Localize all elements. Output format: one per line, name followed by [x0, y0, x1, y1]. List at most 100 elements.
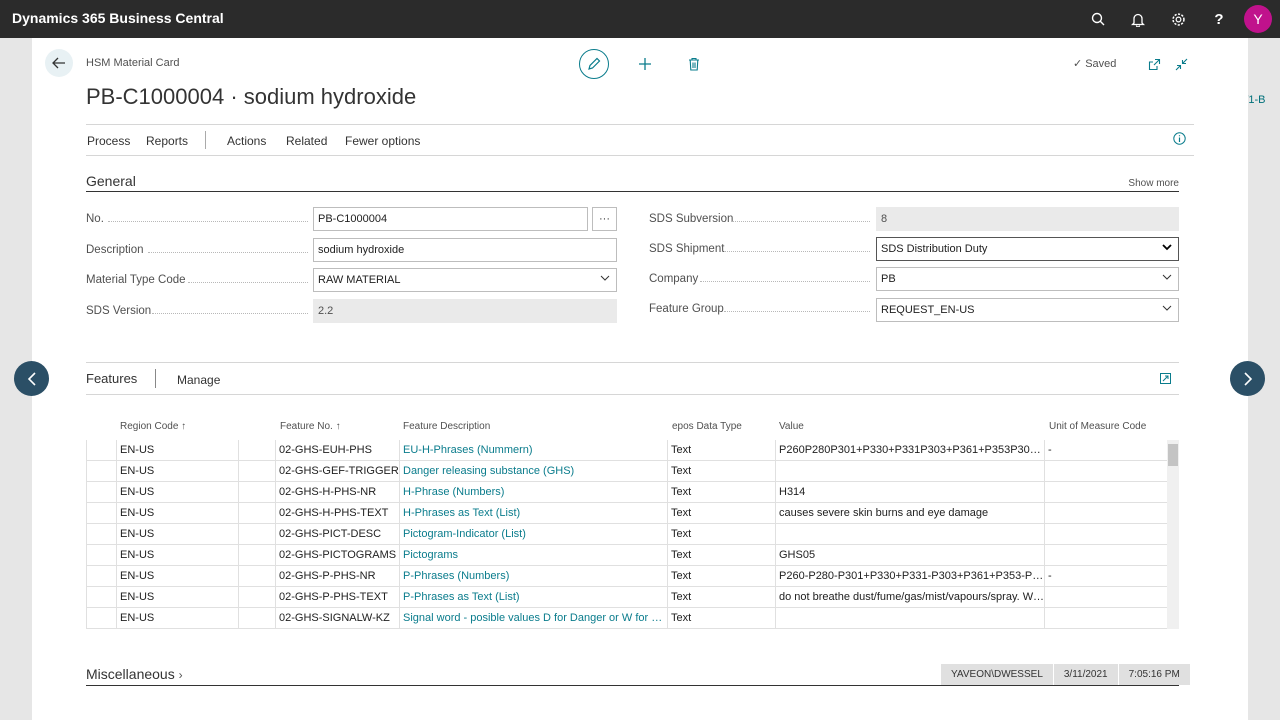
cell-data-type[interactable]: Text: [667, 608, 775, 629]
menu-actions[interactable]: Actions: [227, 134, 266, 148]
help-icon[interactable]: ?: [1209, 9, 1229, 29]
column-header-region[interactable]: Region Code ↑: [120, 421, 186, 432]
table-row[interactable]: EN-US 02-GHS-EUH-PHS EU-H-Phrases (Nummern…: [86, 440, 1167, 461]
cell-value[interactable]: GHS05: [775, 545, 1044, 566]
cell-uom[interactable]: [1044, 503, 1167, 524]
cell-region[interactable]: EN-US: [116, 566, 238, 587]
cell-value[interactable]: P260-P280-P301+P330+P331-P303+P361+P353-…: [775, 566, 1044, 587]
cell-value[interactable]: [775, 608, 1044, 629]
cell-uom[interactable]: [1044, 482, 1167, 503]
cell-region[interactable]: EN-US: [116, 482, 238, 503]
table-row[interactable]: EN-US 02-GHS-SIGNALW-KZ Signal word - posi…: [86, 608, 1167, 629]
feature-group-select[interactable]: REQUEST_EN-US: [876, 298, 1179, 322]
cell-value[interactable]: [775, 524, 1044, 545]
cell-feature-no[interactable]: 02-GHS-P-PHS-NR: [275, 566, 399, 587]
material-type-select[interactable]: RAW MATERIAL: [313, 268, 617, 292]
cell-feature-no[interactable]: 02-GHS-EUH-PHS: [275, 440, 399, 461]
table-row[interactable]: EN-US 02-GHS-GEF-TRIGGER Danger releasing …: [86, 461, 1167, 482]
lookup-button[interactable]: ···: [592, 207, 617, 231]
table-row[interactable]: EN-US 02-GHS-H-PHS-TEXT H-Phrases as Text …: [86, 503, 1167, 524]
cell-data-type[interactable]: Text: [667, 587, 775, 608]
gear-icon[interactable]: [1168, 9, 1188, 29]
column-header-value[interactable]: Value: [779, 421, 804, 432]
new-button[interactable]: [630, 49, 660, 79]
cell-description[interactable]: Pictogram-Indicator (List): [399, 524, 667, 545]
manage-menu[interactable]: Manage: [177, 373, 220, 387]
collapse-icon[interactable]: [1172, 55, 1190, 73]
cell-description[interactable]: Pictograms: [399, 545, 667, 566]
menu-reports[interactable]: Reports: [146, 134, 188, 148]
column-header-description[interactable]: Feature Description: [403, 421, 490, 432]
cell-region[interactable]: EN-US: [116, 545, 238, 566]
cell-uom[interactable]: -: [1044, 566, 1167, 587]
table-row[interactable]: EN-US 02-GHS-P-PHS-NR P-Phrases (Numbers) T…: [86, 566, 1167, 587]
cell-description[interactable]: H-Phrase (Numbers): [399, 482, 667, 503]
menu-process[interactable]: Process: [87, 134, 130, 148]
search-icon[interactable]: [1088, 9, 1108, 29]
bell-icon[interactable]: [1128, 9, 1148, 29]
table-row[interactable]: EN-US 02-GHS-PICTOGRAMS Pictograms Text GHS0…: [86, 545, 1167, 566]
open-new-window-icon[interactable]: [1145, 55, 1163, 73]
cell-data-type[interactable]: Text: [667, 503, 775, 524]
avatar[interactable]: Y: [1244, 5, 1272, 33]
cell-data-type[interactable]: Text: [667, 440, 775, 461]
cell-region[interactable]: EN-US: [116, 524, 238, 545]
cell-uom[interactable]: [1044, 587, 1167, 608]
cell-description[interactable]: H-Phrases as Text (List): [399, 503, 667, 524]
cell-value[interactable]: causes severe skin burns and eye damage: [775, 503, 1044, 524]
cell-feature-no[interactable]: 02-GHS-GEF-TRIGGER: [275, 461, 399, 482]
column-header-uom[interactable]: Unit of Measure Code: [1049, 421, 1146, 432]
cell-uom[interactable]: [1044, 461, 1167, 482]
misc-title[interactable]: Miscellaneous ›: [86, 666, 183, 682]
edit-button[interactable]: [579, 49, 609, 79]
cell-description[interactable]: Danger releasing substance (GHS): [399, 461, 667, 482]
menu-fewer-options[interactable]: Fewer options: [345, 134, 420, 148]
column-header-data-type[interactable]: epos Data Type: [672, 421, 742, 432]
delete-button[interactable]: [679, 49, 709, 79]
cell-value[interactable]: [775, 461, 1044, 482]
cell-data-type[interactable]: Text: [667, 461, 775, 482]
grid-scrollbar[interactable]: [1167, 440, 1179, 629]
cell-region[interactable]: EN-US: [116, 608, 238, 629]
cell-description[interactable]: P-Phrases as Text (List): [399, 587, 667, 608]
general-title[interactable]: General: [86, 173, 136, 189]
cell-uom[interactable]: [1044, 545, 1167, 566]
cell-region[interactable]: EN-US: [116, 503, 238, 524]
cell-value[interactable]: H314: [775, 482, 1044, 503]
cell-value[interactable]: do not breathe dust/fume/gas/mist/vapour…: [775, 587, 1044, 608]
cell-description[interactable]: EU-H-Phrases (Nummern): [399, 440, 667, 461]
menu-related[interactable]: Related: [286, 134, 327, 148]
table-row[interactable]: EN-US 02-GHS-PICT-DESC Pictogram-Indicator…: [86, 524, 1167, 545]
back-button[interactable]: [45, 49, 73, 77]
table-row[interactable]: EN-US 02-GHS-H-PHS-NR H-Phrase (Numbers) Te…: [86, 482, 1167, 503]
cell-data-type[interactable]: Text: [667, 482, 775, 503]
cell-region[interactable]: EN-US: [116, 440, 238, 461]
show-more-link[interactable]: Show more: [1128, 178, 1179, 189]
cell-feature-no[interactable]: 02-GHS-H-PHS-NR: [275, 482, 399, 503]
cell-data-type[interactable]: Text: [667, 545, 775, 566]
features-title[interactable]: Features: [86, 371, 137, 386]
cell-uom[interactable]: [1044, 608, 1167, 629]
no-field[interactable]: PB-C1000004: [313, 207, 588, 231]
cell-feature-no[interactable]: 02-GHS-PICT-DESC: [275, 524, 399, 545]
table-row[interactable]: EN-US 02-GHS-P-PHS-TEXT P-Phrases as Text …: [86, 587, 1167, 608]
cell-region[interactable]: EN-US: [116, 587, 238, 608]
sds-shipment-select[interactable]: SDS Distribution Duty: [876, 237, 1179, 261]
cell-region[interactable]: EN-US: [116, 461, 238, 482]
cell-uom[interactable]: [1044, 524, 1167, 545]
company-select[interactable]: PB: [876, 267, 1179, 291]
description-field[interactable]: sodium hydroxide: [313, 238, 617, 262]
cell-data-type[interactable]: Text: [667, 566, 775, 587]
cell-feature-no[interactable]: 02-GHS-P-PHS-TEXT: [275, 587, 399, 608]
info-icon[interactable]: [1173, 132, 1187, 146]
next-record-button[interactable]: [1230, 361, 1265, 396]
cell-description[interactable]: Signal word - posible values D for Dange…: [399, 608, 667, 629]
cell-feature-no[interactable]: 02-GHS-PICTOGRAMS: [275, 545, 399, 566]
previous-record-button[interactable]: [14, 361, 49, 396]
cell-description[interactable]: P-Phrases (Numbers): [399, 566, 667, 587]
cell-data-type[interactable]: Text: [667, 524, 775, 545]
column-header-feature-no[interactable]: Feature No. ↑: [280, 421, 341, 432]
cell-feature-no[interactable]: 02-GHS-H-PHS-TEXT: [275, 503, 399, 524]
scrollbar-thumb[interactable]: [1168, 444, 1178, 466]
expand-icon[interactable]: [1159, 372, 1173, 386]
